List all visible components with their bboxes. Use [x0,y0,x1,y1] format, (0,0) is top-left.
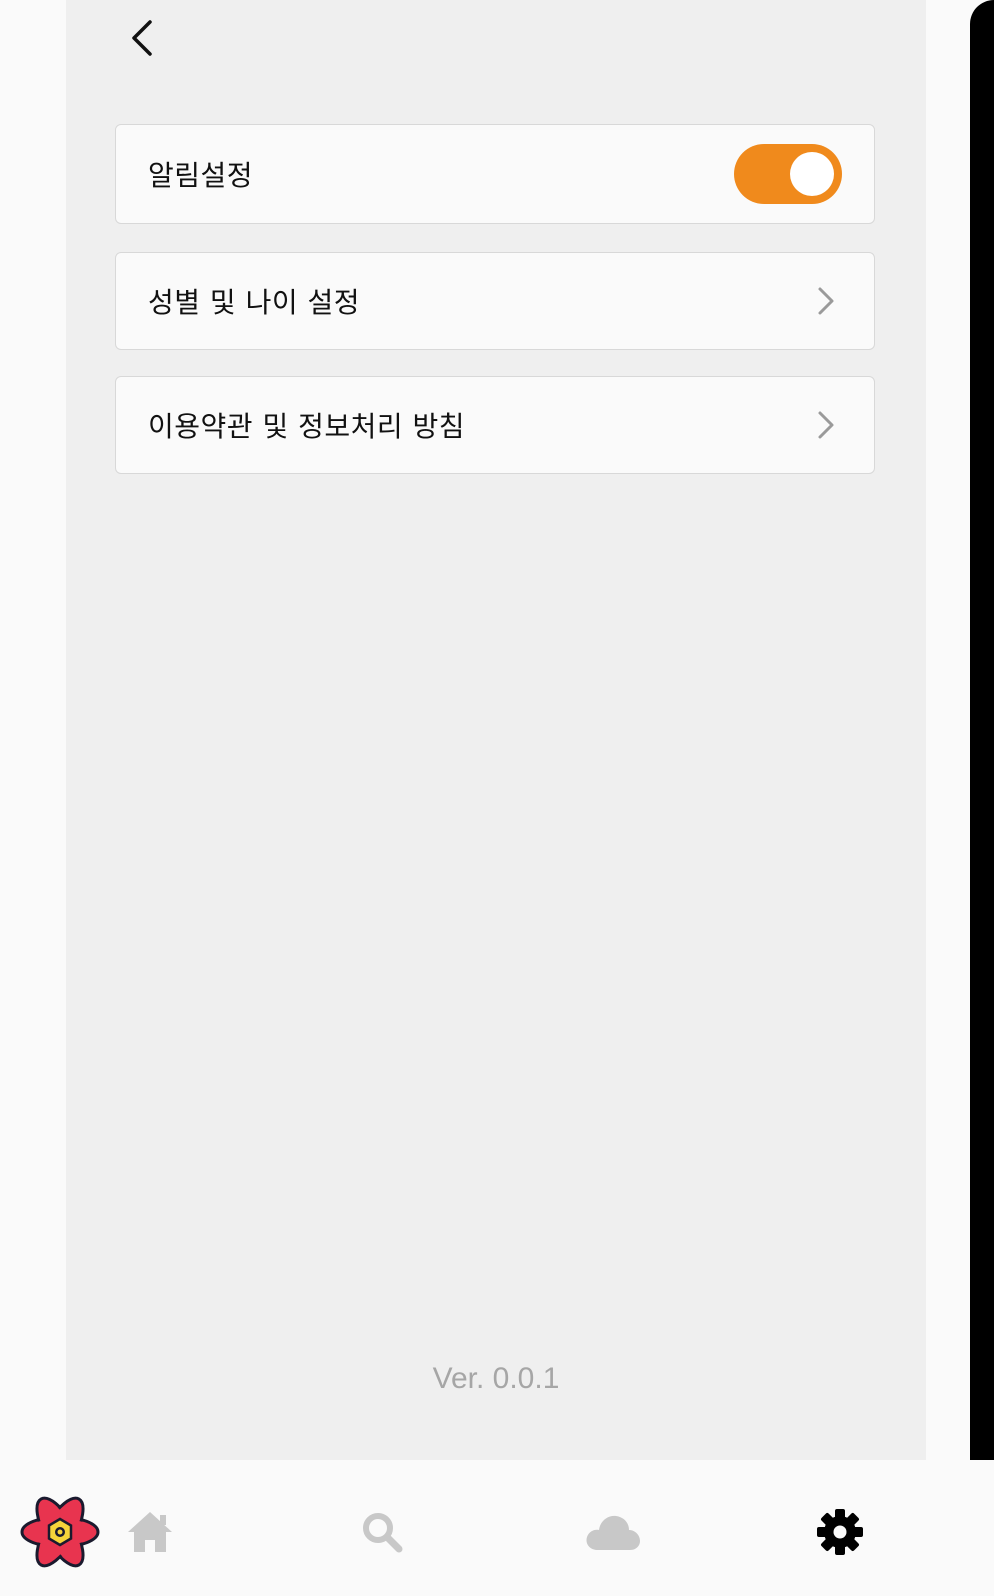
settings-item-label: 성별 및 나이 설정 [148,286,361,319]
react-logo [18,1492,102,1572]
settings-page: 알림설정 성별 및 나이 설정 이용약관 및 정보처리 방침 Ver. 0.0.… [66,0,926,1460]
back-button[interactable] [120,16,164,60]
toggle-knob [790,152,834,196]
tab-settings[interactable] [808,1500,872,1564]
chevron-right-icon [814,284,838,318]
app-screen: 알림설정 성별 및 나이 설정 이용약관 및 정보처리 방침 Ver. 0.0.… [0,0,994,1596]
settings-item-notifications[interactable]: 알림설정 [115,124,875,224]
app-version: Ver. 0.0.1 [432,1362,560,1395]
chevron-left-icon [132,20,152,56]
chevron-right-icon [814,408,838,442]
settings-item-gender-age[interactable]: 성별 및 나이 설정 [115,252,875,350]
gear-icon [817,1509,863,1555]
settings-item-terms-privacy[interactable]: 이용약관 및 정보처리 방침 [115,376,875,474]
tab-search[interactable] [350,1500,414,1564]
tab-home[interactable] [118,1500,182,1564]
search-icon [363,1513,403,1553]
bottom-tab-bar [0,1460,994,1596]
tab-cloud[interactable] [578,1500,648,1564]
notifications-toggle[interactable] [734,144,842,204]
settings-item-label: 이용약관 및 정보처리 방침 [148,410,466,443]
settings-item-label: 알림설정 [148,159,254,192]
device-frame-edge [970,0,994,1596]
home-icon [128,1512,172,1552]
cloud-icon [586,1515,640,1550]
